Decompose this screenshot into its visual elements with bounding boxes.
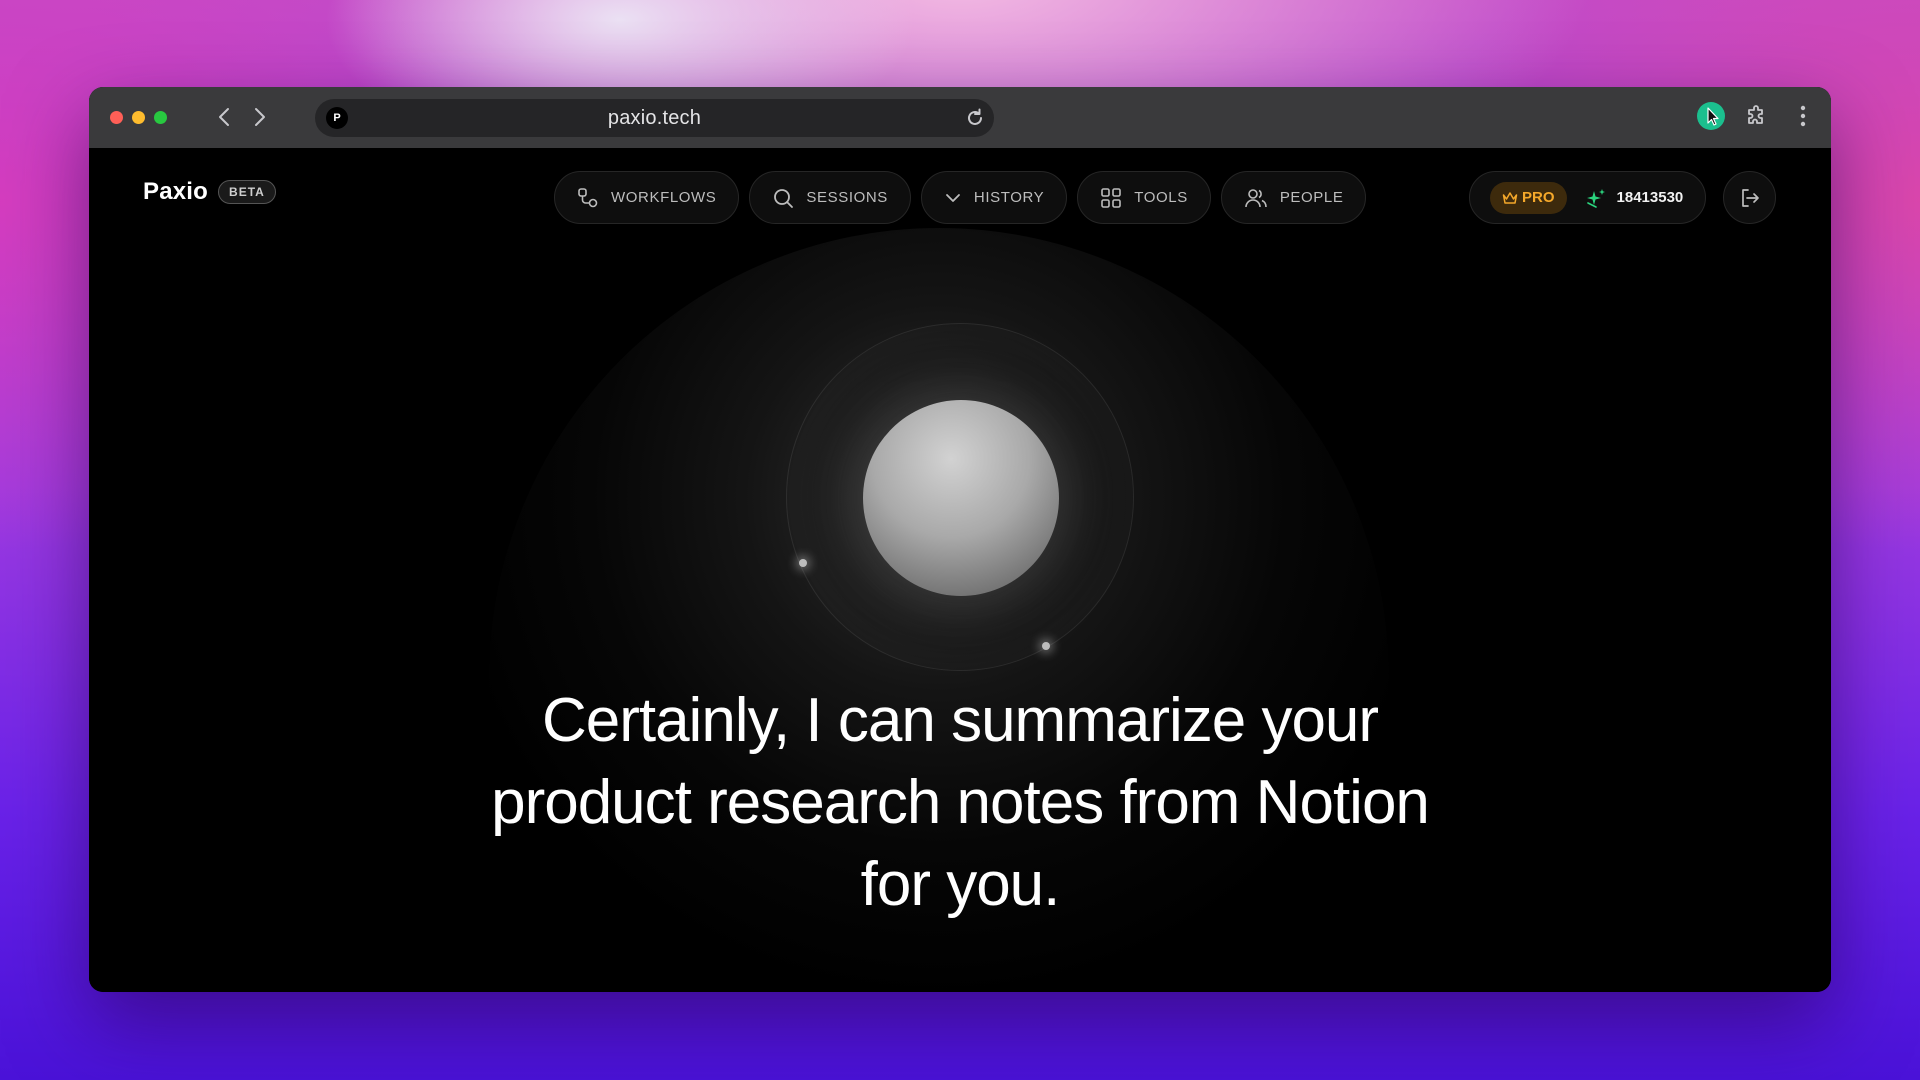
back-button[interactable] bbox=[213, 104, 235, 130]
extensions-button[interactable] bbox=[1743, 102, 1771, 130]
credits-count: 18413530 bbox=[1616, 189, 1684, 206]
orbit-spark bbox=[1042, 642, 1050, 650]
main-nav: WORKFLOWS SESSIONS HISTORY TOOLS PEOPLE bbox=[554, 171, 1367, 224]
minimize-window-button[interactable] bbox=[132, 111, 145, 124]
nav-tools[interactable]: TOOLS bbox=[1077, 171, 1211, 224]
logout-icon bbox=[1741, 188, 1759, 207]
nav-workflows[interactable]: WORKFLOWS bbox=[554, 171, 740, 224]
logout-button[interactable] bbox=[1723, 171, 1776, 224]
workflow-icon bbox=[578, 187, 598, 207]
nav-label: HISTORY bbox=[973, 189, 1045, 206]
brand[interactable]: Paxio BETA bbox=[143, 178, 276, 206]
assistant-orb[interactable] bbox=[863, 400, 1059, 596]
close-window-button[interactable] bbox=[110, 111, 123, 124]
chevron-left-icon bbox=[219, 108, 229, 126]
forward-button[interactable] bbox=[249, 104, 271, 130]
window-controls bbox=[110, 111, 167, 124]
extension-avatar[interactable] bbox=[1697, 102, 1725, 130]
plan-label: PRO bbox=[1522, 189, 1555, 206]
grid-icon bbox=[1101, 187, 1122, 208]
nav-label: WORKFLOWS bbox=[611, 189, 717, 206]
maximize-window-button[interactable] bbox=[154, 111, 167, 124]
browser-toolbar: P paxio.tech bbox=[89, 87, 1831, 148]
chevron-down-icon bbox=[946, 193, 960, 202]
crown-icon bbox=[1502, 191, 1518, 204]
orbit-spark bbox=[799, 559, 807, 567]
more-vertical-icon bbox=[1800, 105, 1806, 127]
people-icon bbox=[1245, 188, 1267, 207]
credits: 18413530 bbox=[1585, 187, 1684, 209]
app-viewport: Paxio BETA WORKFLOWS SESSIONS HISTORY TO… bbox=[89, 148, 1831, 992]
address-bar[interactable]: P paxio.tech bbox=[315, 99, 994, 137]
search-icon bbox=[774, 188, 794, 208]
browser-window: P paxio.tech Paxio BETA WORKFLOWS SESSIO… bbox=[89, 87, 1831, 992]
app-header: Paxio BETA WORKFLOWS SESSIONS HISTORY TO… bbox=[89, 148, 1831, 232]
site-favicon: P bbox=[326, 107, 348, 129]
nav-history[interactable]: HISTORY bbox=[920, 171, 1068, 224]
beta-badge: BETA bbox=[218, 180, 276, 204]
puzzle-icon bbox=[1748, 105, 1763, 124]
reload-button[interactable] bbox=[964, 107, 986, 129]
nav-sessions[interactable]: SESSIONS bbox=[749, 171, 911, 224]
pro-badge[interactable]: PRO bbox=[1490, 181, 1567, 214]
nav-label: PEOPLE bbox=[1279, 189, 1344, 206]
nav-label: TOOLS bbox=[1134, 189, 1188, 206]
account-status[interactable]: PRO 18413530 bbox=[1469, 171, 1707, 224]
sparkle-icon bbox=[1586, 188, 1605, 208]
nav-label: SESSIONS bbox=[806, 189, 888, 206]
chevron-right-icon bbox=[255, 108, 265, 126]
assistant-message: Certainly, I can summarize your product … bbox=[491, 686, 1430, 919]
url-text: paxio.tech bbox=[607, 106, 702, 129]
cursor-icon bbox=[1707, 107, 1719, 126]
brand-name: Paxio bbox=[143, 178, 209, 205]
browser-menu-button[interactable] bbox=[1789, 102, 1817, 130]
nav-people[interactable]: PEOPLE bbox=[1220, 171, 1367, 224]
reload-icon bbox=[968, 108, 982, 125]
